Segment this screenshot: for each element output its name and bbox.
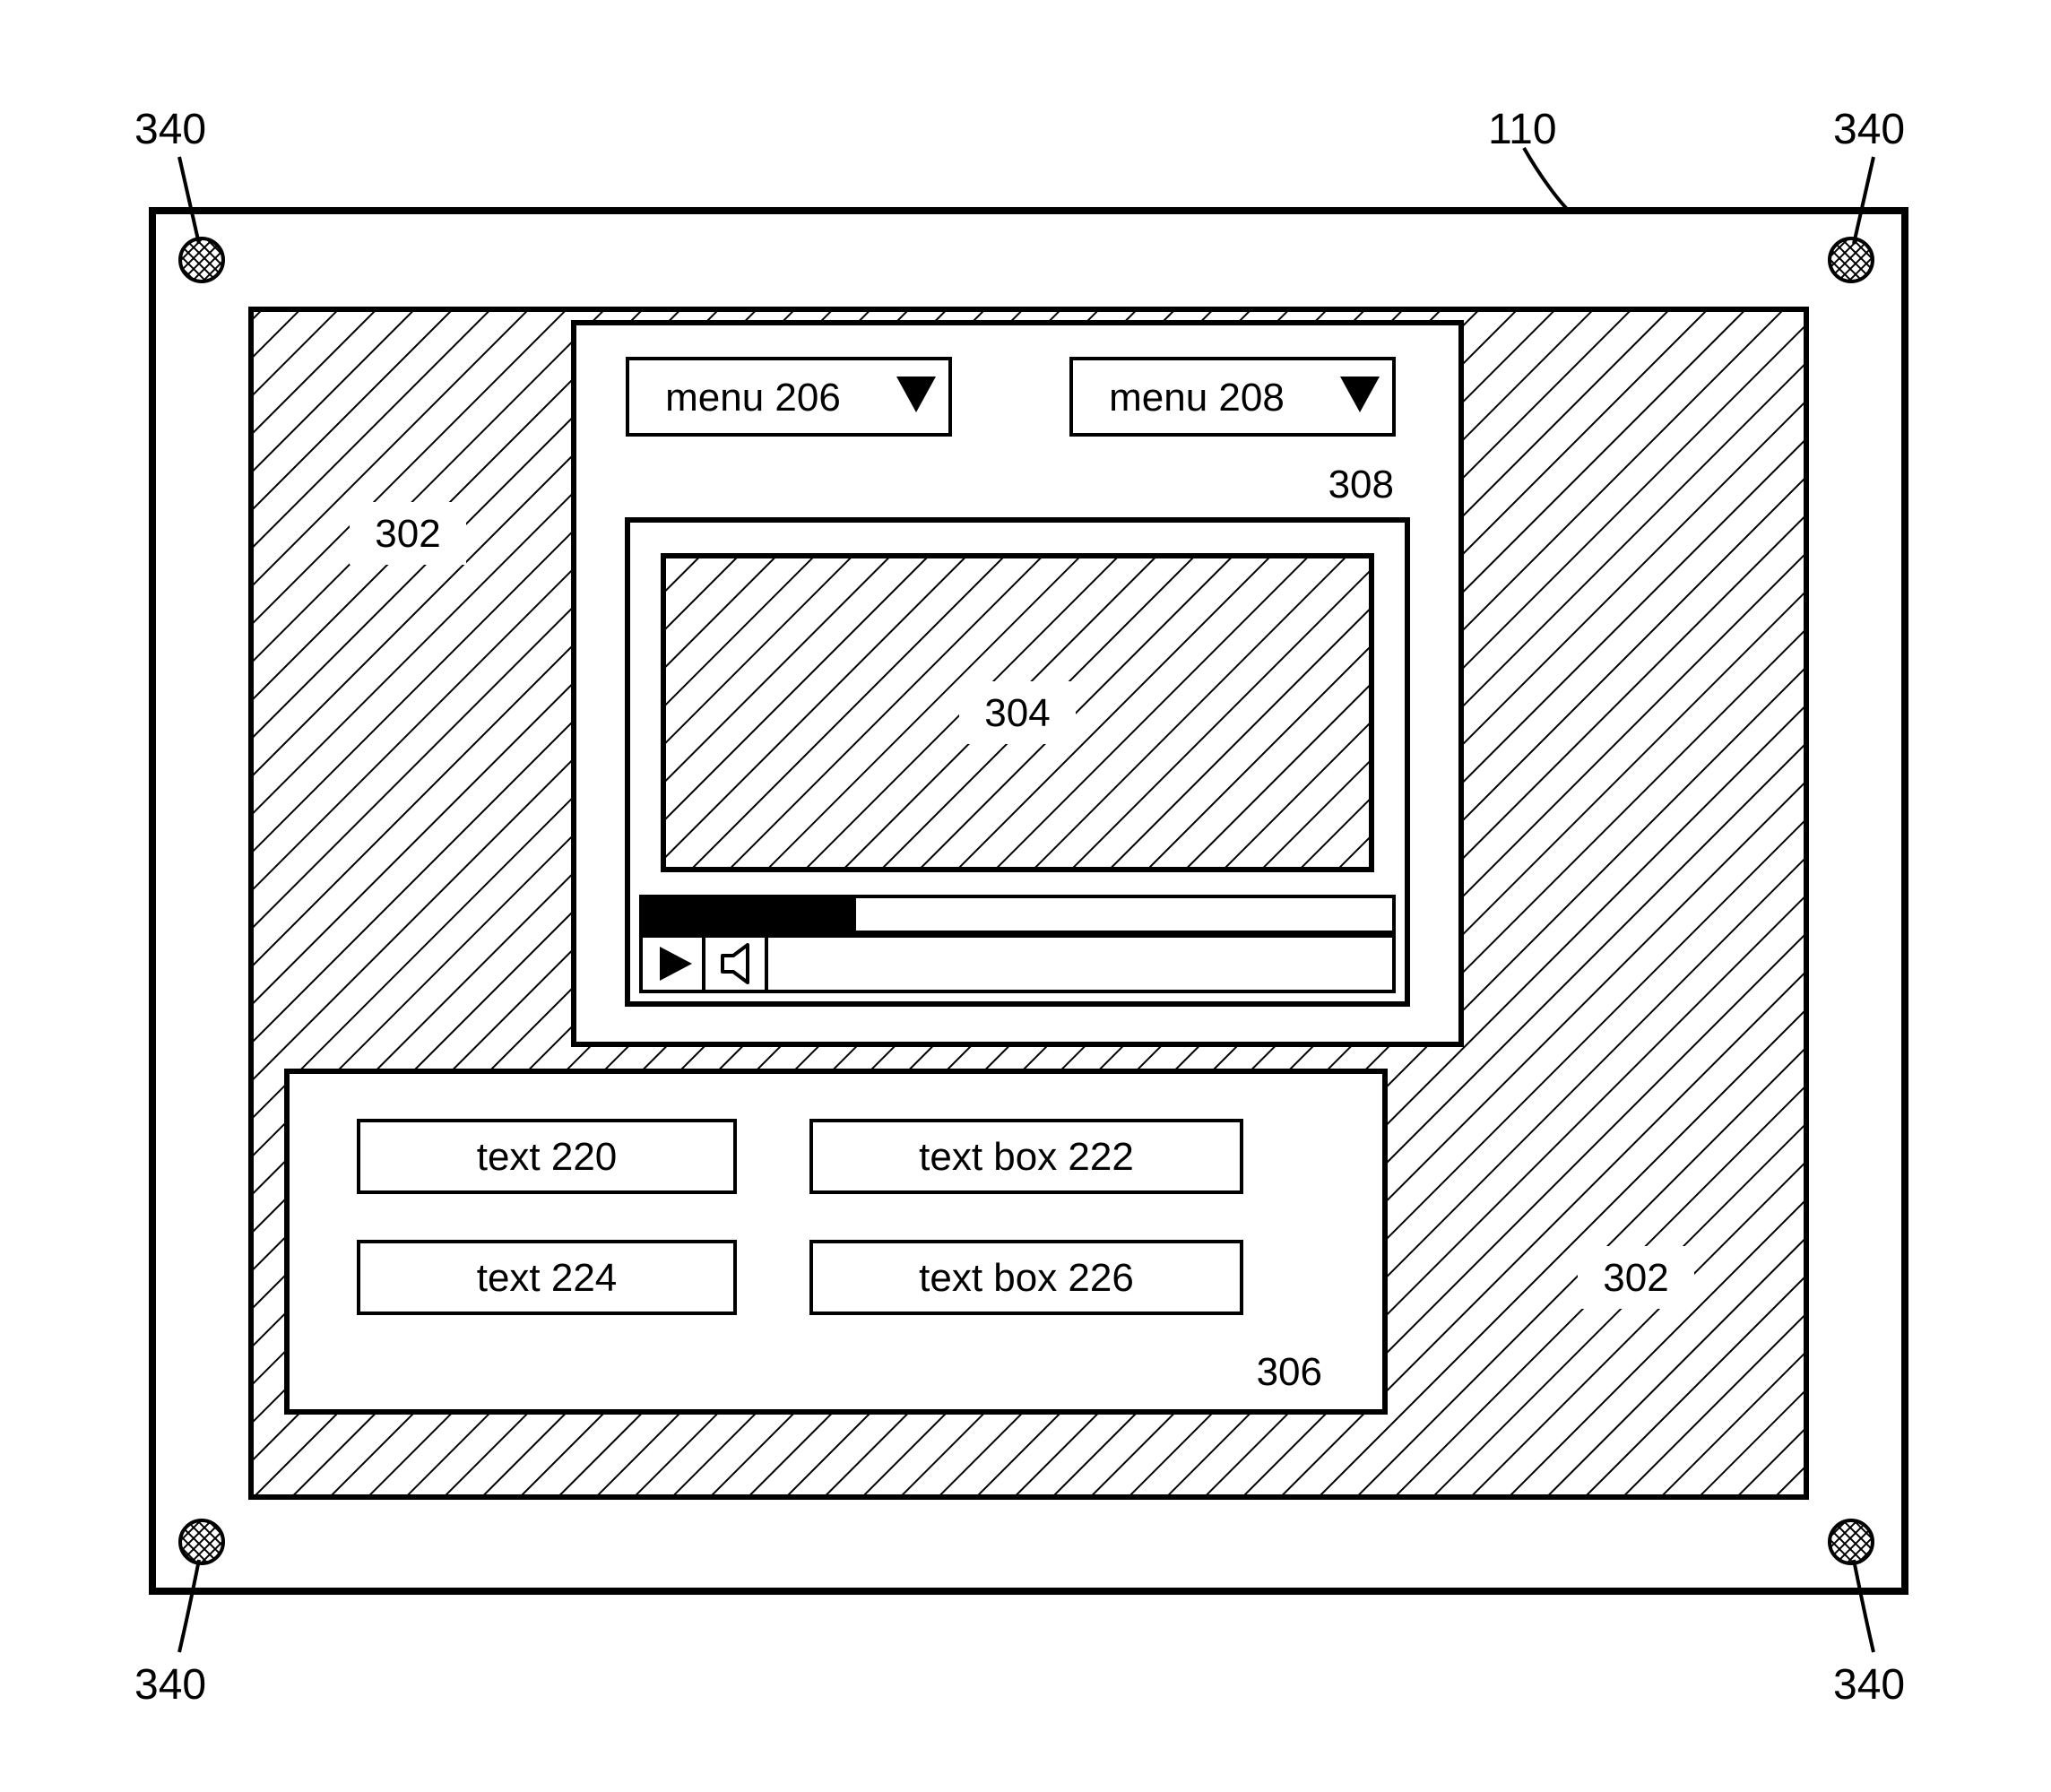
video-player: 304 [627,520,1407,1004]
patent-figure: 302 302 menu 206 menu 208 308 304 [0,0,2051,1792]
label-340-bl: 340 [134,1661,206,1709]
label-302-left-text: 302 [375,512,440,556]
label-340-br: 340 [1833,1661,1905,1709]
screw-bottom-left [180,1520,223,1563]
svg-text:text 224: text 224 [477,1256,618,1300]
svg-text:304: 304 [984,691,1050,735]
label-340-tr: 340 [1833,106,1905,153]
text-220: text 220 [359,1121,735,1192]
label-340-tl: 340 [134,106,206,153]
progress-bar[interactable] [641,896,1394,932]
menu-206-label: menu 206 [665,376,841,420]
menu-206[interactable]: menu 206 [627,359,950,435]
text-box-222[interactable]: text box 222 [811,1121,1242,1192]
label-308: 308 [1328,463,1394,506]
menu-208[interactable]: menu 208 [1071,359,1394,435]
screw-top-right [1830,238,1873,281]
screw-top-left [180,238,223,281]
label-304: 304 [959,681,1076,744]
text-box-226[interactable]: text box 226 [811,1242,1242,1313]
mute-button[interactable] [704,936,766,991]
play-button[interactable] [641,936,704,991]
menu-208-label: menu 208 [1109,376,1285,420]
label-110: 110 [1488,106,1557,153]
svg-text:text 220: text 220 [477,1135,618,1179]
screw-bottom-right [1830,1520,1873,1563]
svg-text:text box 226: text box 226 [919,1256,1134,1300]
label-302-left: 302 [350,502,466,565]
leader-110 [1524,148,1569,211]
svg-text:text box 222: text box 222 [919,1135,1134,1179]
text-224: text 224 [359,1242,735,1313]
label-306: 306 [1257,1350,1322,1394]
label-302-right: 302 [1578,1246,1694,1309]
label-302-right-text: 302 [1603,1256,1668,1300]
